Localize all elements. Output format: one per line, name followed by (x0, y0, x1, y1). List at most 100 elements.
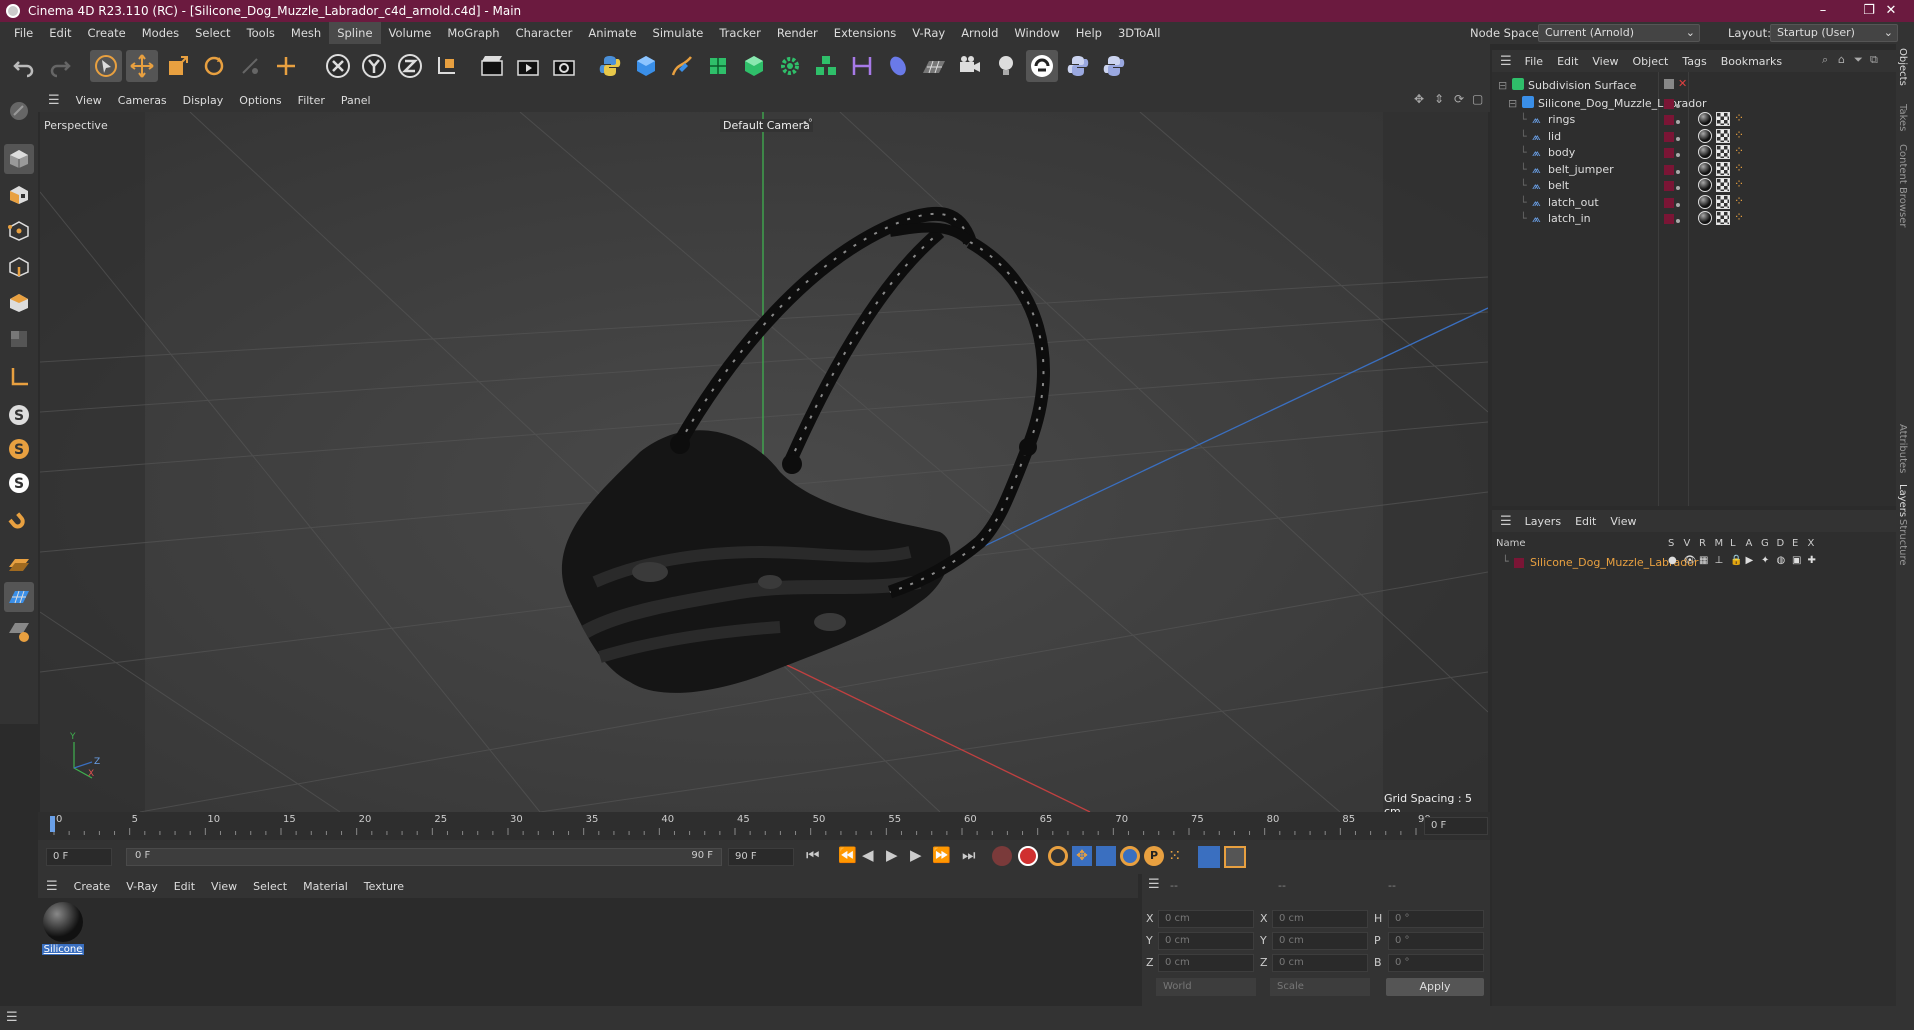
menu-create[interactable]: Create (80, 22, 134, 44)
uvw-tag-icon[interactable] (1716, 145, 1730, 159)
menu-modes[interactable]: Modes (134, 22, 187, 44)
menu-spline[interactable]: Spline (329, 22, 381, 44)
phong-tag-icon[interactable]: ⁘ (1734, 111, 1744, 125)
menu-character[interactable]: Character (508, 22, 581, 44)
perspective-viewport[interactable]: Perspective Default Camera •° Grid Spaci… (40, 112, 1488, 812)
uvw-tag-icon[interactable] (1716, 161, 1730, 176)
home-icon[interactable]: ⌂ (1838, 53, 1845, 66)
object-menu-object[interactable]: Object (1626, 55, 1676, 68)
timeline-window-icon[interactable] (1224, 846, 1246, 868)
workplane-button[interactable] (4, 548, 34, 578)
material-tag-icon[interactable] (1698, 194, 1712, 209)
python-button-2[interactable] (1062, 50, 1094, 82)
timeline-ruler[interactable]: 051015202530354045505560657075808590 0 F (38, 812, 1490, 840)
record-icon[interactable] (992, 846, 1012, 866)
hamburger-icon[interactable]: ☰ (38, 93, 68, 108)
timeline-track[interactable]: 051015202530354045505560657075808590 (50, 814, 1431, 836)
model-mode-button[interactable] (4, 144, 34, 174)
snap-button-2[interactable]: S (4, 434, 34, 464)
generators-icon[interactable]: ✦ (1761, 555, 1769, 566)
layer-swatch[interactable] (1664, 115, 1674, 125)
filter-icon[interactable]: ⏷ (1854, 53, 1863, 67)
go-to-end-icon[interactable]: ⏭ (962, 846, 976, 864)
menu-file[interactable]: File (6, 22, 41, 44)
next-key-icon[interactable]: ⏩ (932, 846, 951, 864)
select-tool-button[interactable] (90, 50, 122, 82)
coordinate-system-button[interactable] (430, 50, 462, 82)
uvw-tag-icon[interactable] (1716, 112, 1730, 126)
rotation-h-field[interactable]: 0 ° (1388, 910, 1484, 928)
uv-mode-button[interactable] (4, 324, 34, 354)
tab-objects[interactable]: Objects (1897, 48, 1908, 86)
render-settings-button[interactable] (548, 50, 580, 82)
cube-object-button[interactable] (630, 50, 662, 82)
material-tag-icon[interactable] (1698, 178, 1712, 192)
hamburger-icon[interactable]: ☰ (1492, 514, 1518, 529)
menu-help[interactable]: Help (1068, 22, 1110, 44)
material-menu-create[interactable]: Create (66, 880, 119, 893)
camera-name[interactable]: Default Camera (720, 119, 813, 132)
arnold-button[interactable] (1026, 50, 1058, 82)
rotate-tool-button[interactable] (198, 50, 230, 82)
layer-swatch[interactable] (1664, 99, 1674, 109)
viewport-menu-panel[interactable]: Panel (333, 94, 379, 107)
material-item[interactable]: Silicone (42, 902, 84, 960)
layer-swatch[interactable] (1664, 79, 1674, 89)
layer-menu-edit[interactable]: Edit (1568, 515, 1603, 528)
hamburger-icon[interactable]: ☰ (6, 1010, 18, 1025)
node-space-select[interactable]: Current (Arnold) ⌄ (1538, 24, 1700, 42)
close-button[interactable]: ✕ (1868, 0, 1914, 22)
object-menu-file[interactable]: File (1518, 55, 1550, 68)
next-frame-icon[interactable]: ▶ (910, 846, 922, 864)
object-row-latch-in[interactable]: └ ⩕ latch_in ⁘ (1492, 210, 1896, 231)
visible-icon[interactable]: 👁 (1684, 555, 1697, 566)
object-menu-view[interactable]: View (1585, 55, 1625, 68)
pen-spline-button[interactable] (666, 50, 698, 82)
object-row-group[interactable]: ⊟ Silicone_Dog_Muzzle_Labrador (1492, 94, 1896, 114)
extrude-button[interactable] (738, 50, 770, 82)
phong-tag-icon[interactable]: ⁘ (1734, 177, 1744, 191)
menu-edit[interactable]: Edit (41, 22, 79, 44)
visibility-dots-icon[interactable] (1676, 98, 1680, 111)
key-scale-icon[interactable] (1096, 846, 1116, 866)
xref-icon[interactable]: ✚ (1808, 555, 1816, 566)
phong-tag-icon[interactable]: ⁘ (1734, 194, 1744, 208)
phong-tag-icon[interactable]: ⁘ (1734, 144, 1744, 158)
rotation-b-field[interactable]: 0 ° (1388, 954, 1484, 972)
keyframe-selection-icon[interactable] (1048, 846, 1068, 866)
tab-layers[interactable]: Layers (1897, 484, 1908, 517)
uvw-tag-icon[interactable] (1716, 211, 1730, 225)
undo-button[interactable] (8, 50, 40, 82)
material-tag-icon[interactable] (1698, 145, 1712, 159)
material-menu-view[interactable]: View (203, 880, 245, 893)
python-button-1[interactable] (594, 50, 626, 82)
recent-tool-button[interactable] (234, 50, 266, 82)
layer-swatch[interactable] (1664, 197, 1674, 208)
layer-menu-layers[interactable]: Layers (1518, 515, 1568, 528)
menu-volume[interactable]: Volume (381, 22, 440, 44)
x-axis-button[interactable] (322, 50, 354, 82)
cloner-button[interactable] (774, 50, 806, 82)
menu-window[interactable]: Window (1006, 22, 1067, 44)
playhead[interactable] (50, 816, 55, 832)
solo-icon[interactable]: ● (1668, 555, 1677, 566)
material-menu-texture[interactable]: Texture (356, 880, 412, 893)
snap-button-3[interactable]: S (4, 468, 34, 498)
material-menu-select[interactable]: Select (245, 880, 295, 893)
layer-row[interactable]: └ Silicone_Dog_Muzzle_Labrador ● 👁 ▦ ⊥ 🔒 ▶ ✦ ◍ ▣… (1492, 554, 1896, 572)
menu-extensions[interactable]: Extensions (826, 22, 904, 44)
object-row-subdivision-surface[interactable]: ⊟ Subdivision Surface ✕ (1492, 76, 1896, 96)
viewport-menu-options[interactable]: Options (231, 94, 289, 107)
size-y-field[interactable]: 0 cm (1272, 932, 1368, 950)
magnet-button[interactable] (4, 508, 34, 538)
checkmark-disabled-icon[interactable]: ✕ (1678, 77, 1687, 90)
mograph-cloner-button[interactable] (810, 50, 842, 82)
key-pla-icon[interactable]: ⁙ (1168, 846, 1188, 866)
menu-arnold[interactable]: Arnold (953, 22, 1006, 44)
axis-mode-button[interactable] (4, 362, 34, 392)
render-picture-viewer-button[interactable] (512, 50, 544, 82)
apply-button[interactable]: Apply (1386, 978, 1484, 996)
object-menu-tags[interactable]: Tags (1675, 55, 1713, 68)
motion-system-icon[interactable] (1198, 846, 1220, 868)
previous-key-icon[interactable]: ⏪ (838, 846, 857, 864)
